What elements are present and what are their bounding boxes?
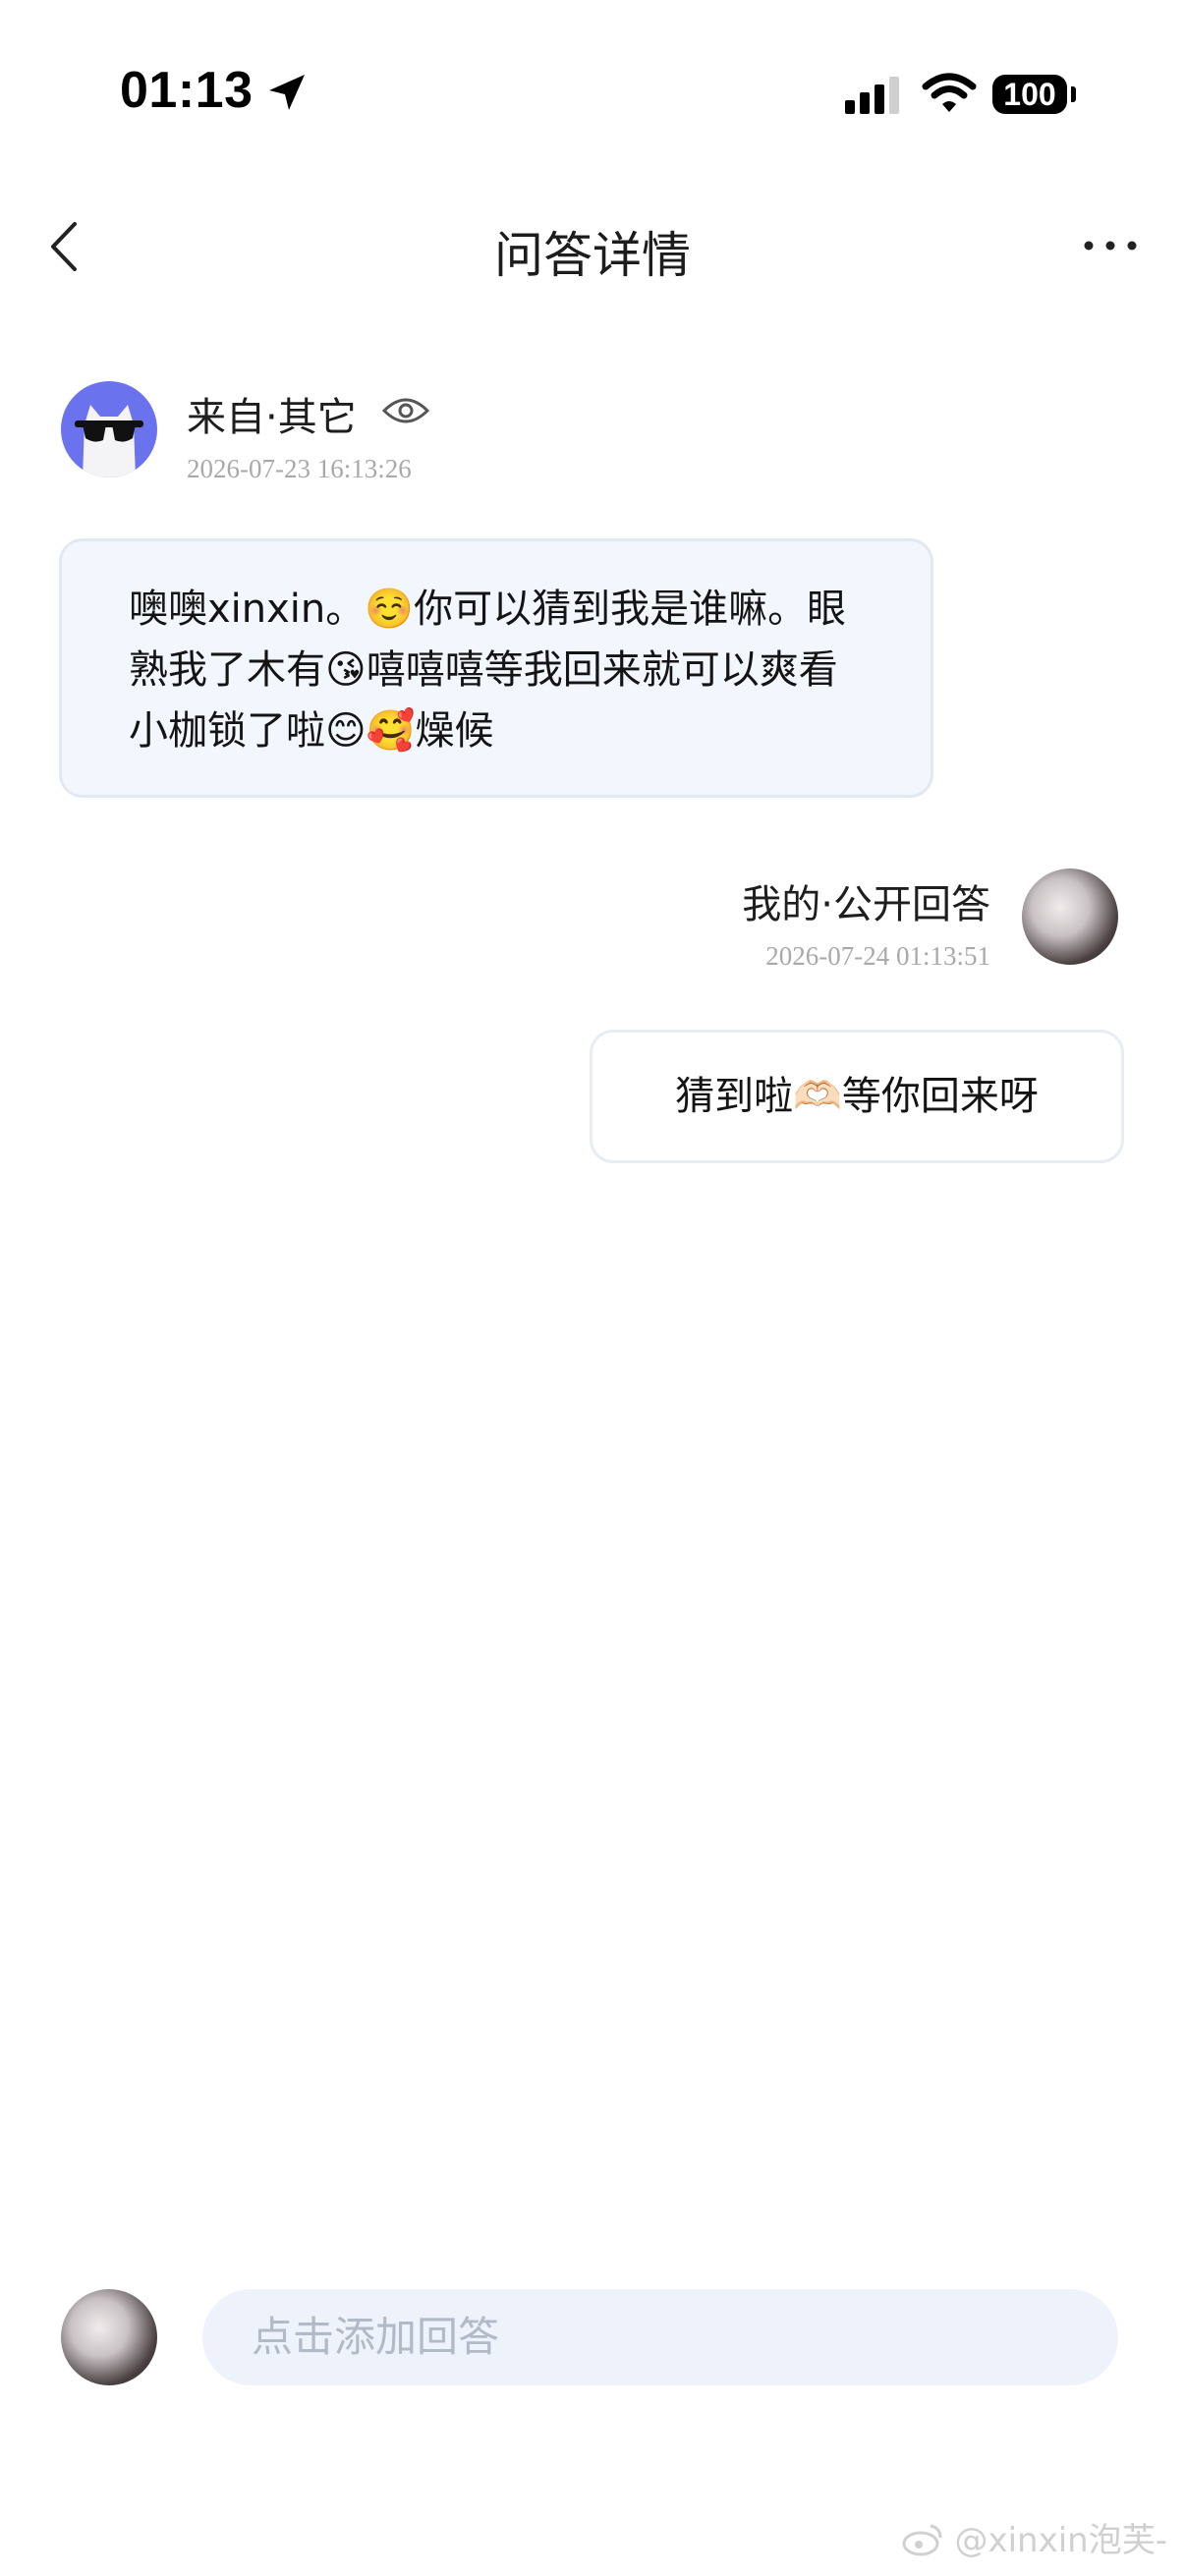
page-title: 问答详情 [494,227,691,284]
location-arrow-icon [269,75,305,110]
more-dots-icon[interactable] [1081,236,1140,255]
eye-icon[interactable] [381,391,430,430]
wifi-icon [922,73,977,112]
watermark-text: @xinxin泡芙- [954,2521,1167,2560]
answer-timestamp: 2026-07-24 01:13:51 [765,941,990,971]
weibo-icon [902,2524,942,2556]
app-screen: { "status_bar": { "time": "01:13", "batt… [0,0,1185,2576]
question-bubble: 噢噢xinxin。☺️你可以猜到我是谁嘛。眼熟我了木有😘嘻嘻嘻等我回来就可以爽看… [59,538,933,798]
answer-label: 我的·公开回答 [742,882,990,927]
question-timestamp: 2026-07-23 16:13:26 [187,454,412,483]
my-avatar[interactable] [1022,868,1118,965]
add-answer-input[interactable]: 点击添加回答 [202,2289,1118,2385]
cat-sunglasses-icon [75,405,143,477]
anonymous-avatar[interactable] [61,381,157,477]
answer-bubble: 猜到啦🫶🏻等你回来呀 [590,1030,1124,1163]
battery-icon: 100 [992,75,1067,114]
question-source: 来自·其它 [187,395,357,440]
composer-avatar [61,2289,157,2385]
cellular-signal-icon [845,77,899,114]
watermark: @xinxin泡芙- [901,2513,1167,2561]
battery-tip [1071,86,1076,102]
status-time: 01:13 [120,62,254,119]
